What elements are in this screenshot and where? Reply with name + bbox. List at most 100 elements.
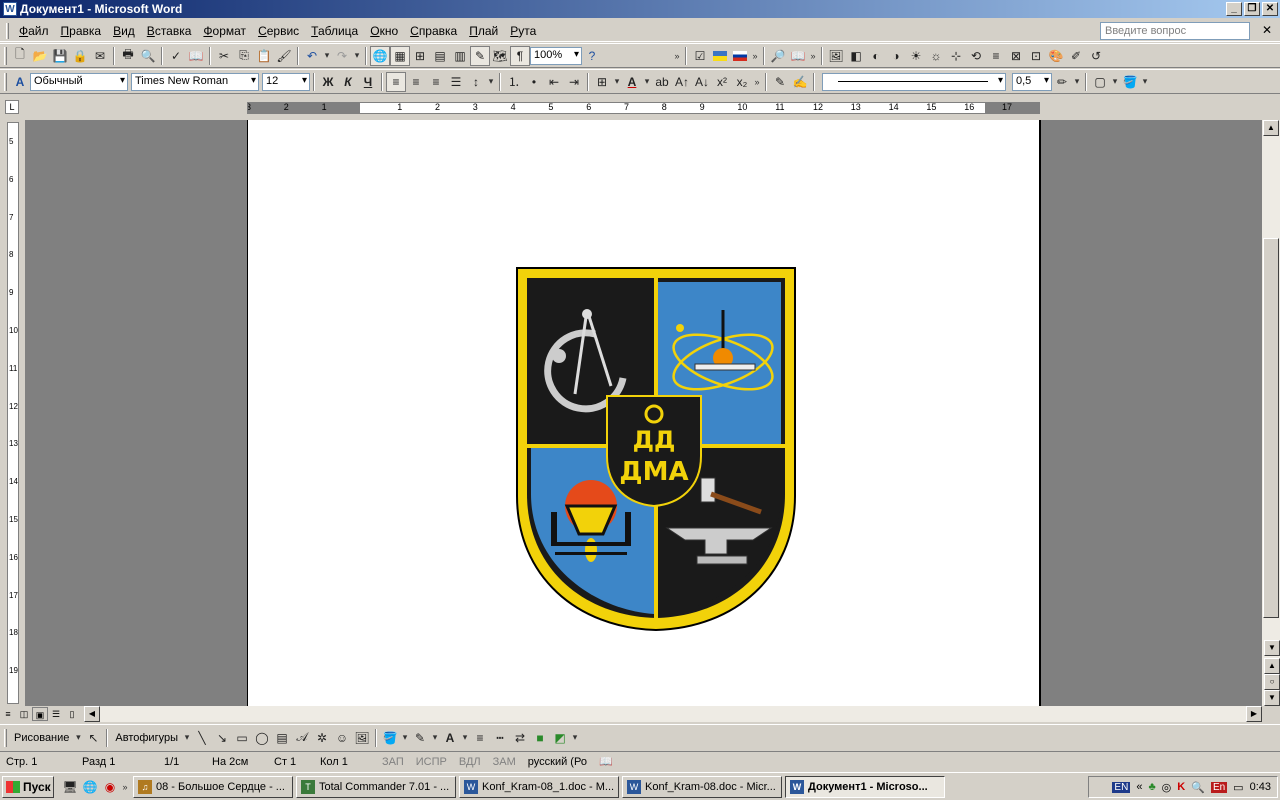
tray-display-icon[interactable]: ▭ [1233, 781, 1243, 794]
menu-ruta[interactable]: Рута [504, 21, 542, 41]
menu-play[interactable]: Плай [463, 21, 504, 41]
line-weight-select[interactable]: 0,5 [1012, 72, 1052, 91]
shading-color-icon[interactable]: 🪣 [1120, 72, 1140, 92]
print-icon[interactable]: 🖶 [118, 46, 138, 66]
menu-table[interactable]: Таблица [305, 21, 364, 41]
toolbar-options-icon[interactable]: » [672, 51, 682, 61]
status-language[interactable]: русский (Ро [522, 756, 593, 768]
normal-view-icon[interactable]: ≡ [0, 707, 16, 721]
menu-help[interactable]: Справка [404, 21, 463, 41]
save-icon[interactable]: 💾 [50, 46, 70, 66]
highlight-icon[interactable]: ab [652, 72, 672, 92]
line-icon[interactable]: ╲ [192, 728, 212, 748]
color-icon[interactable]: ◧ [846, 46, 866, 66]
clock[interactable]: 0:43 [1250, 781, 1271, 793]
styles-icon[interactable]: A [10, 72, 30, 92]
oval-icon[interactable]: ◯ [252, 728, 272, 748]
undo-dropdown-icon[interactable]: ▾ [322, 50, 332, 61]
border-color-icon[interactable]: ✏ [1052, 72, 1072, 92]
outside-border-dropdown-icon[interactable]: ▾ [1110, 76, 1120, 87]
taskbar-item-active[interactable]: W Документ1 - Microso... [785, 775, 945, 798]
language-indicator[interactable]: EN [1112, 781, 1131, 793]
paste-icon[interactable]: 📋 [254, 46, 274, 66]
align-center-icon[interactable]: ≡ [406, 72, 426, 92]
italic-button[interactable]: К [338, 72, 358, 92]
help-search-input[interactable]: Введите вопрос [1100, 22, 1250, 40]
less-brightness-icon[interactable]: ☼ [926, 46, 946, 66]
more-brightness-icon[interactable]: ☀ [906, 46, 926, 66]
document-map-icon[interactable]: 🗺 [490, 46, 510, 66]
ukraine-flag-icon[interactable] [710, 46, 730, 66]
spelling-icon[interactable]: ✓ [166, 46, 186, 66]
decrease-indent-icon[interactable]: ⇤ [544, 72, 564, 92]
toolbar-grip[interactable] [4, 72, 7, 91]
diagram-icon[interactable]: ✲ [312, 728, 332, 748]
font-color-dropdown-icon[interactable]: ▾ [642, 76, 652, 87]
redo-icon[interactable]: ↷ [332, 46, 352, 66]
menu-insert[interactable]: Вставка [141, 21, 198, 41]
cut-icon[interactable]: ✂ [214, 46, 234, 66]
wordart-icon[interactable]: 𝒜 [292, 728, 312, 748]
increase-indent-icon[interactable]: ⇥ [564, 72, 584, 92]
less-contrast-icon[interactable]: ◑ [886, 46, 906, 66]
status-extend[interactable]: ВДЛ [453, 756, 487, 768]
line-style-select[interactable] [822, 72, 1006, 91]
spellcheck-abc-icon[interactable]: ☑ [690, 46, 710, 66]
zoom-select[interactable]: 100% [530, 46, 582, 65]
line-style-icon[interactable]: ≡ [470, 728, 490, 748]
copy-icon[interactable]: ⎘ [234, 46, 254, 66]
arrow-icon[interactable]: ↘ [212, 728, 232, 748]
insert-picture-icon[interactable]: 🖼 [826, 46, 846, 66]
find-icon[interactable]: 🔎 [768, 46, 788, 66]
align-right-icon[interactable]: ≡ [426, 72, 446, 92]
taskbar-item[interactable]: W Konf_Kram-08.doc - Micr... [622, 775, 782, 798]
outline-view-icon[interactable]: ☰ [48, 707, 64, 721]
print-layout-icon[interactable]: ▣ [32, 707, 48, 721]
tables-borders-icon[interactable]: ▦ [390, 45, 410, 66]
vertical-ruler[interactable]: 5 6 7 8 9 10 11 12 13 14 15 16 17 18 19 [0, 120, 25, 706]
dash-style-icon[interactable]: ┅ [490, 728, 510, 748]
rectangle-icon[interactable]: ▭ [232, 728, 252, 748]
autoshapes-menu[interactable]: Автофигуры [111, 732, 182, 744]
reading-layout-icon[interactable]: 📖 [788, 46, 808, 66]
toolbar-options-icon[interactable]: ▾ [570, 732, 580, 743]
new-document-icon[interactable]: 🗋 [10, 46, 30, 66]
style-select[interactable]: Обычный [30, 72, 128, 91]
web-layout-icon[interactable]: ◫ [16, 707, 32, 721]
help-icon[interactable]: ? [582, 46, 602, 66]
font-color-icon[interactable]: A [622, 72, 642, 92]
hyperlink-icon[interactable]: 🌐 [370, 45, 390, 66]
toolbar-grip[interactable] [4, 46, 7, 65]
menu-format[interactable]: Формат [197, 21, 252, 41]
keyboard-layout-indicator[interactable]: En [1210, 781, 1228, 793]
picture-icon[interactable]: 🖼 [352, 728, 372, 748]
start-button[interactable]: Пуск [2, 775, 54, 798]
compress-icon[interactable]: ⊠ [1006, 46, 1026, 66]
drawing-menu[interactable]: Рисование [10, 732, 73, 744]
show-hide-icon[interactable]: ¶ [510, 45, 530, 66]
numbering-icon[interactable]: ⒈ [504, 72, 524, 92]
select-objects-icon[interactable]: ↖ [83, 728, 103, 748]
minimize-button[interactable]: _ [1226, 2, 1242, 16]
russia-flag-icon[interactable] [730, 46, 750, 66]
research-icon[interactable]: 📖 [186, 46, 206, 66]
horizontal-scrollbar[interactable]: ◀ ▶ [84, 706, 1262, 722]
quicklaunch-more-icon[interactable]: » [120, 782, 130, 792]
horizontal-ruler[interactable]: 3211234567891011121314151617 [247, 102, 1040, 114]
underline-button[interactable]: Ч [358, 72, 378, 92]
tray-app-icon[interactable]: ♣ [1148, 781, 1155, 793]
word-icon[interactable]: W [3, 2, 17, 16]
opera-icon[interactable]: ◉ [100, 777, 120, 797]
quicklaunch-icon[interactable]: 🌐 [80, 777, 100, 797]
line-spacing-dropdown-icon[interactable]: ▾ [486, 76, 496, 87]
line-color-icon[interactable]: ✎ [410, 728, 430, 748]
justify-icon[interactable]: ☰ [446, 72, 466, 92]
taskbar-item[interactable]: T Total Commander 7.01 - ... [296, 775, 456, 798]
scroll-down-icon[interactable]: ▼ [1264, 640, 1280, 656]
browse-object-icon[interactable]: ○ [1264, 674, 1280, 690]
status-overtype[interactable]: ЗАМ [487, 756, 522, 768]
fill-color-icon[interactable]: 🪣 [380, 728, 400, 748]
show-desktop-icon[interactable]: 🖥 [60, 777, 80, 797]
print-preview-icon[interactable]: 🔍 [138, 46, 158, 66]
document-page[interactable]: ДД ДМА [247, 120, 1041, 706]
